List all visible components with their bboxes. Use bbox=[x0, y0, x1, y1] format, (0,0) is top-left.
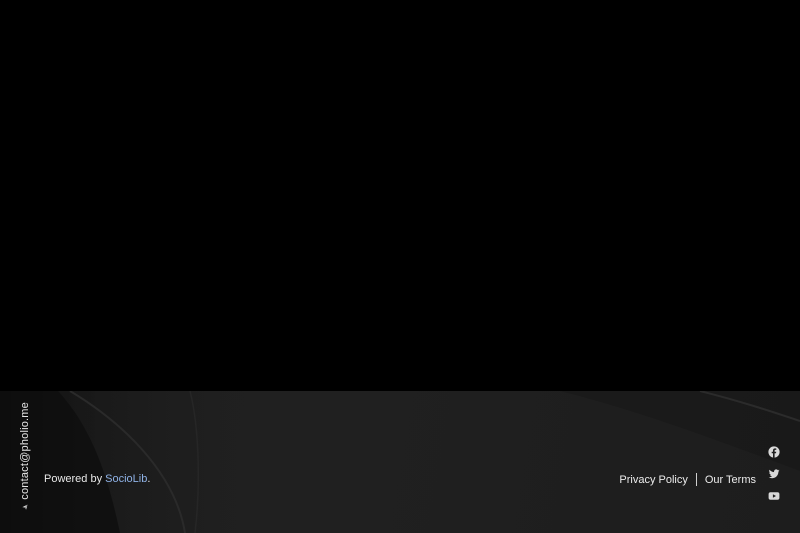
youtube-icon[interactable] bbox=[768, 490, 780, 502]
link-divider bbox=[695, 473, 697, 486]
page: contact@pholio.me Powered by SocioLib. P… bbox=[0, 0, 800, 533]
powered-prefix: Powered by bbox=[44, 473, 103, 485]
social-links bbox=[766, 446, 782, 502]
legal-links: Privacy Policy Our Terms bbox=[619, 473, 756, 486]
site-footer bbox=[0, 391, 800, 533]
powered-by: Powered by SocioLib. bbox=[44, 473, 150, 485]
privacy-policy-link[interactable]: Privacy Policy bbox=[619, 474, 687, 486]
contact-email-text: contact@pholio.me bbox=[19, 402, 31, 500]
twitter-icon[interactable] bbox=[768, 468, 780, 480]
sociolib-link[interactable]: SocioLib bbox=[105, 473, 147, 485]
our-terms-link[interactable]: Our Terms bbox=[705, 474, 756, 486]
facebook-icon[interactable] bbox=[768, 446, 780, 458]
send-icon bbox=[22, 504, 28, 510]
contact-email-link[interactable]: contact@pholio.me bbox=[14, 402, 36, 510]
footer-background-texture bbox=[0, 391, 800, 533]
powered-suffix: . bbox=[147, 473, 151, 485]
hero-area bbox=[0, 0, 800, 391]
